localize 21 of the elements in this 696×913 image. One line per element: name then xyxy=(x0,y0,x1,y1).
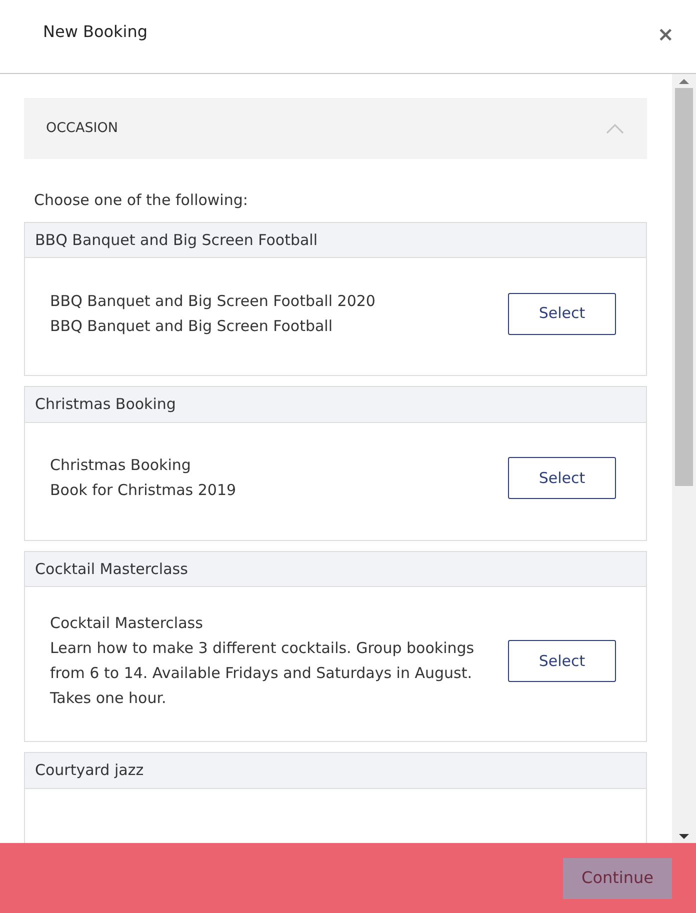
close-button[interactable]: × xyxy=(657,24,674,44)
card-title: Courtyard jazz xyxy=(35,761,144,779)
occasion-name: Christmas Booking xyxy=(50,455,192,476)
select-button[interactable]: Select xyxy=(508,640,616,682)
occasion-description: Learn how to make 3 different cocktails. Group bookings from 6 to 14. Available Fridays and Saturdays in August. Takes one hour. xyxy=(50,638,476,709)
dialog-title: New Booking xyxy=(43,21,148,43)
card-title: BBQ Banquet and Big Screen Football xyxy=(35,230,318,248)
scrollbar[interactable] xyxy=(672,74,696,843)
section-title: OCCASION xyxy=(46,119,118,138)
select-button[interactable]: Select xyxy=(508,292,616,334)
scroll-thumb[interactable] xyxy=(675,88,693,486)
occasion-name: Cocktail Masterclass xyxy=(50,613,204,634)
card-title: Christmas Booking xyxy=(35,395,176,413)
occasion-description: BBQ Banquet and Big Screen Football xyxy=(50,316,334,336)
instruction-text: Choose one of the following: xyxy=(34,191,248,209)
occasion-description: Book for Christmas 2019 xyxy=(50,480,238,501)
section-header[interactable]: OCCASION xyxy=(24,98,647,159)
card-title: Cocktail Masterclass xyxy=(35,560,188,578)
select-button[interactable]: Select xyxy=(508,457,616,499)
chevron-icon[interactable] xyxy=(605,122,625,134)
occasion-name: BBQ Banquet and Big Screen Football 2020 xyxy=(50,290,376,312)
